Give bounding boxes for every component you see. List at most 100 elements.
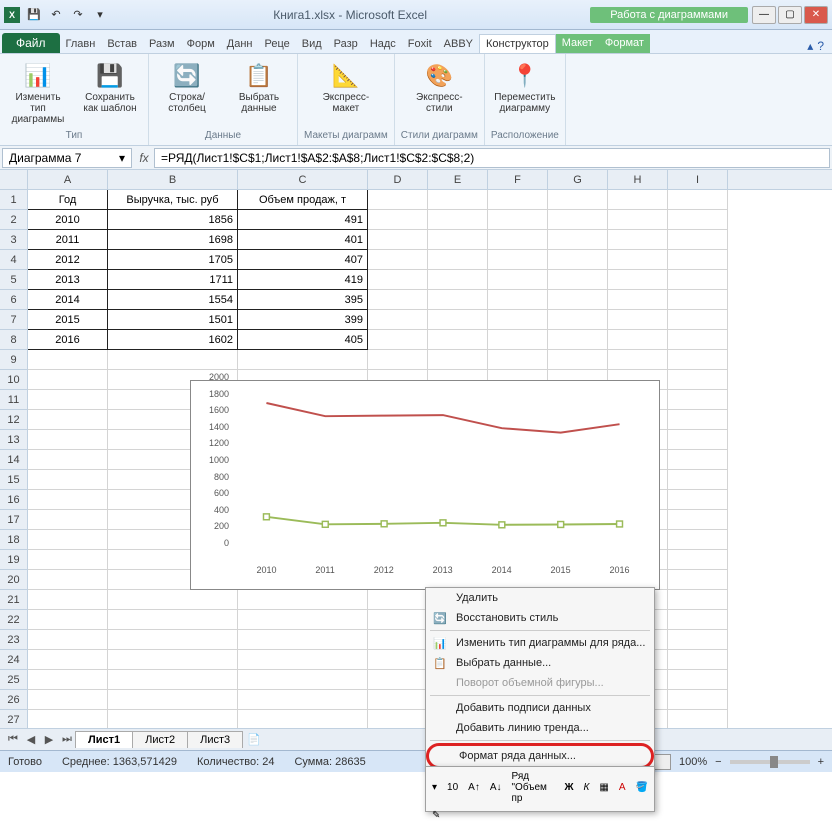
cell[interactable] (368, 210, 428, 230)
mini-outline[interactable]: ✎ (428, 808, 444, 823)
tab-макет[interactable]: Макет (556, 34, 599, 53)
cell[interactable]: 1856 (108, 210, 238, 230)
context-menu-item[interactable]: Удалить (426, 588, 654, 608)
cell[interactable] (548, 250, 608, 270)
row-header[interactable]: 9 (0, 350, 27, 370)
cell[interactable] (488, 330, 548, 350)
zoom-in[interactable]: + (818, 756, 824, 768)
cell[interactable] (668, 230, 728, 250)
context-menu-item[interactable]: Добавить линию тренда... (426, 718, 654, 738)
tab-главн[interactable]: Главн (60, 35, 102, 53)
tab-надс[interactable]: Надс (364, 35, 402, 53)
ribbon-button[interactable]: 🎨Экспресс-стили (407, 58, 471, 116)
ribbon-button[interactable]: 📋Выбратьданные (227, 58, 291, 116)
column-header[interactable]: C (238, 170, 368, 189)
row-header[interactable]: 22 (0, 610, 27, 630)
file-tab[interactable]: Файл (2, 33, 60, 53)
cell[interactable]: 1711 (108, 270, 238, 290)
cell[interactable] (548, 230, 608, 250)
cell[interactable] (108, 710, 238, 730)
cell[interactable] (668, 270, 728, 290)
save-button[interactable]: 💾 (24, 5, 44, 25)
row-header[interactable]: 4 (0, 250, 27, 270)
chart-data-marker[interactable] (263, 514, 269, 520)
tab-форм[interactable]: Форм (181, 35, 221, 53)
row-header[interactable]: 1 (0, 190, 27, 210)
cell[interactable] (608, 190, 668, 210)
cell[interactable] (428, 270, 488, 290)
cell[interactable] (488, 310, 548, 330)
cell[interactable] (28, 390, 108, 410)
maximize-button[interactable]: ▢ (778, 6, 802, 24)
sheet-tab[interactable]: Лист1 (75, 731, 133, 748)
undo-button[interactable]: ↶ (46, 5, 66, 25)
zoom-level[interactable]: 100% (679, 756, 707, 768)
cell[interactable] (608, 310, 668, 330)
cell[interactable]: 407 (238, 250, 368, 270)
cell[interactable] (108, 670, 238, 690)
row-header[interactable]: 21 (0, 590, 27, 610)
cell[interactable] (668, 330, 728, 350)
cell[interactable] (548, 310, 608, 330)
view-page-break[interactable] (653, 754, 671, 770)
row-header[interactable]: 2 (0, 210, 27, 230)
cell[interactable]: 405 (238, 330, 368, 350)
cell[interactable] (488, 230, 548, 250)
column-header[interactable]: B (108, 170, 238, 189)
row-header[interactable]: 25 (0, 670, 27, 690)
cell[interactable] (428, 290, 488, 310)
tab-реце[interactable]: Реце (259, 35, 296, 53)
cell[interactable] (368, 610, 428, 630)
cell[interactable] (668, 470, 728, 490)
row-header[interactable]: 14 (0, 450, 27, 470)
cell[interactable] (488, 350, 548, 370)
row-header[interactable]: 8 (0, 330, 27, 350)
cell[interactable] (28, 530, 108, 550)
mini-grow-font[interactable]: A↑ (464, 780, 484, 795)
ribbon-button[interactable]: 📊Изменить типдиаграммы (6, 58, 70, 127)
cell[interactable] (428, 330, 488, 350)
cell[interactable]: 2016 (28, 330, 108, 350)
cell[interactable] (28, 370, 108, 390)
cell[interactable] (668, 530, 728, 550)
cell[interactable] (668, 550, 728, 570)
row-header[interactable]: 11 (0, 390, 27, 410)
select-all-corner[interactable] (0, 170, 28, 189)
cell[interactable] (668, 570, 728, 590)
tab-разм[interactable]: Разм (143, 35, 181, 53)
new-sheet-button[interactable]: 📄 (247, 733, 261, 746)
tab-разр[interactable]: Разр (328, 35, 364, 53)
cell[interactable] (668, 410, 728, 430)
cell[interactable] (548, 270, 608, 290)
cell[interactable] (108, 350, 238, 370)
cell[interactable]: 399 (238, 310, 368, 330)
cell[interactable] (548, 290, 608, 310)
cell[interactable] (28, 630, 108, 650)
cell[interactable] (108, 590, 238, 610)
cell[interactable] (668, 670, 728, 690)
cell[interactable] (668, 610, 728, 630)
row-header[interactable]: 19 (0, 550, 27, 570)
tab-foxit[interactable]: Foxit (402, 35, 438, 53)
cell[interactable] (368, 190, 428, 210)
cell[interactable] (668, 690, 728, 710)
sheet-nav-last[interactable]: ⏭ (58, 733, 76, 746)
redo-button[interactable]: ↷ (68, 5, 88, 25)
cell[interactable] (608, 250, 668, 270)
cell[interactable] (368, 290, 428, 310)
cell[interactable]: 419 (238, 270, 368, 290)
name-box[interactable]: Диаграмма 7 ▾ (2, 148, 132, 168)
cell[interactable] (28, 670, 108, 690)
cell[interactable] (368, 350, 428, 370)
cell[interactable] (488, 270, 548, 290)
cell[interactable] (28, 550, 108, 570)
cell[interactable]: Выручка, тыс. руб (108, 190, 238, 210)
cell[interactable] (368, 650, 428, 670)
cell[interactable]: 491 (238, 210, 368, 230)
cell[interactable] (368, 630, 428, 650)
cell[interactable] (238, 690, 368, 710)
mini-fill-color[interactable]: 🪣 (632, 780, 652, 795)
cell[interactable]: Год (28, 190, 108, 210)
chart-data-marker[interactable] (558, 522, 564, 528)
column-header[interactable]: G (548, 170, 608, 189)
